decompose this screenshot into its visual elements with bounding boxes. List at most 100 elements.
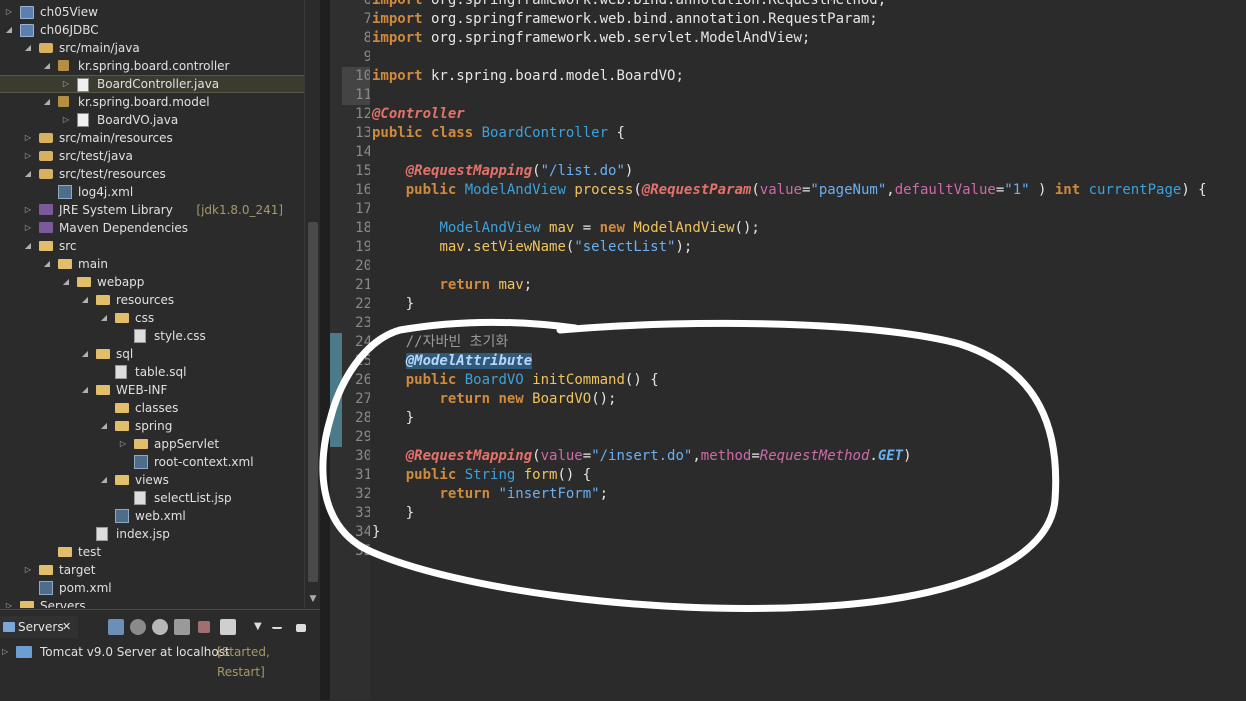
tree-item[interactable]: ▷ BoardController.java (0, 75, 304, 93)
tree-item[interactable]: ◢ webapp (0, 273, 304, 291)
server-row-tomcat[interactable]: ▷ Tomcat v9.0 Server at localhost [Start… (0, 642, 320, 679)
tree-item[interactable]: ◢ src (0, 237, 304, 255)
collapse-twisty-icon[interactable]: ◢ (42, 93, 52, 111)
expand-twisty-icon[interactable]: ▷ (61, 111, 71, 129)
code-line[interactable]: ModelAndView mav = new ModelAndView(); (372, 219, 759, 238)
tree-item[interactable]: ◢ src/test/resources (0, 165, 304, 183)
code-line[interactable]: public class BoardController { (372, 124, 625, 143)
code-line[interactable]: @RequestMapping("/list.do") (372, 162, 634, 181)
tree-item[interactable]: ▷ target (0, 561, 304, 579)
code-line[interactable]: @Controller (372, 105, 465, 124)
collapse-twisty-icon[interactable]: ◢ (99, 417, 109, 435)
publish-icon[interactable] (220, 619, 236, 635)
tree-item[interactable]: test (0, 543, 304, 561)
collapse-twisty-icon[interactable]: ◢ (23, 165, 33, 183)
expand-twisty-icon[interactable]: ▷ (23, 219, 33, 237)
collapse-twisty-icon[interactable]: ◢ (42, 57, 52, 75)
tree-item[interactable]: ◢ spring (0, 417, 304, 435)
collapse-twisty-icon[interactable]: ◢ (80, 381, 90, 399)
explorer-scrollbar-thumb[interactable] (308, 222, 318, 582)
start-server-icon[interactable] (152, 619, 168, 635)
collapse-twisty-icon[interactable]: ◢ (23, 39, 33, 57)
tree-item[interactable]: ◢ kr.spring.board.model (0, 93, 304, 111)
code-line[interactable]: return new BoardVO(); (372, 390, 616, 409)
tree-item[interactable]: classes (0, 399, 304, 417)
profile-icon[interactable] (174, 619, 190, 635)
tree-item[interactable]: ▷ JRE System Library [jdk1.8.0_241] (0, 201, 304, 219)
expand-twisty-icon[interactable]: ▷ (4, 597, 14, 608)
tree-item[interactable]: ▷ src/main/resources (0, 129, 304, 147)
expand-twisty-icon[interactable]: ▷ (61, 76, 71, 94)
expand-twisty-icon[interactable]: ▷ (23, 561, 33, 579)
expand-twisty-icon[interactable]: ▷ (23, 201, 33, 219)
tree-item[interactable]: ▷ src/test/java (0, 147, 304, 165)
tab-servers[interactable]: Servers ✕ (0, 616, 78, 638)
expand-twisty-icon[interactable]: ▷ (23, 147, 33, 165)
code-line[interactable]: import kr.spring.board.model.BoardVO; (372, 67, 684, 86)
pane-divider[interactable] (320, 0, 330, 700)
code-text-area[interactable]: import org.springframework.web.bind.anno… (370, 0, 1246, 700)
tree-item[interactable]: ▷ appServlet (0, 435, 304, 453)
expand-twisty-icon[interactable]: ▷ (2, 642, 8, 662)
tree-item[interactable]: ◢ kr.spring.board.controller (0, 57, 304, 75)
collapse-twisty-icon[interactable]: ◢ (23, 237, 33, 255)
tree-item[interactable]: ▷ BoardVO.java (0, 111, 304, 129)
collapse-twisty-icon[interactable]: ◢ (42, 255, 52, 273)
code-line[interactable]: return "insertForm"; (372, 485, 608, 504)
tree-item[interactable]: selectList.jsp (0, 489, 304, 507)
code-line[interactable]: } (372, 295, 414, 314)
code-line[interactable]: } (372, 504, 414, 523)
tree-item[interactable]: log4j.xml (0, 183, 304, 201)
code-line[interactable]: } (372, 409, 414, 428)
tree-item[interactable]: ◢ views (0, 471, 304, 489)
tree-item[interactable]: ◢ resources (0, 291, 304, 309)
code-line[interactable]: import org.springframework.web.bind.anno… (372, 0, 886, 10)
tree-item[interactable]: ▷ Maven Dependencies (0, 219, 304, 237)
tree-item[interactable]: ◢ WEB-INF (0, 381, 304, 399)
view-menu-icon[interactable]: ▼ (254, 619, 270, 635)
tree-item[interactable]: root-context.xml (0, 453, 304, 471)
collapse-twisty-icon[interactable]: ◢ (99, 309, 109, 327)
expand-twisty-icon[interactable]: ▷ (4, 3, 14, 21)
tree-item[interactable]: ▷ Servers (0, 597, 304, 608)
maximize-icon[interactable] (296, 624, 306, 632)
collapse-twisty-icon[interactable]: ◢ (80, 345, 90, 363)
tree-item[interactable]: ◢ ch06JDBC (0, 21, 304, 39)
collapse-icon[interactable] (108, 619, 124, 635)
code-line[interactable]: public String form() { (372, 466, 591, 485)
code-line[interactable]: public BoardVO initCommand() { (372, 371, 659, 390)
code-line[interactable]: mav.setViewName("selectList"); (372, 238, 692, 257)
collapse-twisty-icon[interactable]: ◢ (80, 291, 90, 309)
stop-server-icon[interactable] (198, 621, 210, 633)
collapse-twisty-icon[interactable]: ◢ (61, 273, 71, 291)
code-line[interactable]: import org.springframework.web.bind.anno… (372, 10, 878, 29)
code-line[interactable]: //자바빈 초기화 (372, 333, 509, 352)
tree-item[interactable]: index.jsp (0, 525, 304, 543)
debug-icon[interactable] (130, 619, 146, 635)
code-editor[interactable]: 6 7 8 9 10 11 12 13 14 15 16 17 18 19 20 21 22 23 24 25 26 27… (330, 0, 1246, 700)
tree-item[interactable]: ◢ css (0, 309, 304, 327)
code-line[interactable]: return mav; (372, 276, 532, 295)
tree-item[interactable]: ◢ src/main/java (0, 39, 304, 57)
expand-twisty-icon[interactable]: ▷ (23, 129, 33, 147)
scroll-down-arrow-icon[interactable]: ▼ (305, 594, 321, 606)
collapse-twisty-icon[interactable]: ◢ (99, 471, 109, 489)
minimize-icon[interactable] (272, 619, 282, 629)
explorer-scrollbar[interactable]: ▼ (304, 0, 321, 608)
code-line[interactable]: @RequestMapping(value="/insert.do",metho… (372, 447, 912, 466)
tree-item[interactable]: style.css (0, 327, 304, 345)
tree-item[interactable]: ▷ ch05View (0, 3, 304, 21)
collapse-twisty-icon[interactable]: ◢ (4, 21, 14, 39)
tree-item[interactable]: ◢ main (0, 255, 304, 273)
close-icon[interactable]: ✕ (62, 616, 71, 638)
code-line[interactable]: import org.springframework.web.servlet.M… (372, 29, 810, 48)
tree-item[interactable]: pom.xml (0, 579, 304, 597)
tree-item[interactable]: table.sql (0, 363, 304, 381)
package-folder-icon (39, 133, 53, 143)
code-line[interactable]: @ModelAttribute (372, 352, 533, 371)
code-line[interactable]: } (372, 523, 380, 542)
tree-item[interactable]: web.xml (0, 507, 304, 525)
code-line[interactable]: public ModelAndView process(@RequestPara… (372, 181, 1207, 200)
expand-twisty-icon[interactable]: ▷ (118, 435, 128, 453)
tree-item[interactable]: ◢ sql (0, 345, 304, 363)
